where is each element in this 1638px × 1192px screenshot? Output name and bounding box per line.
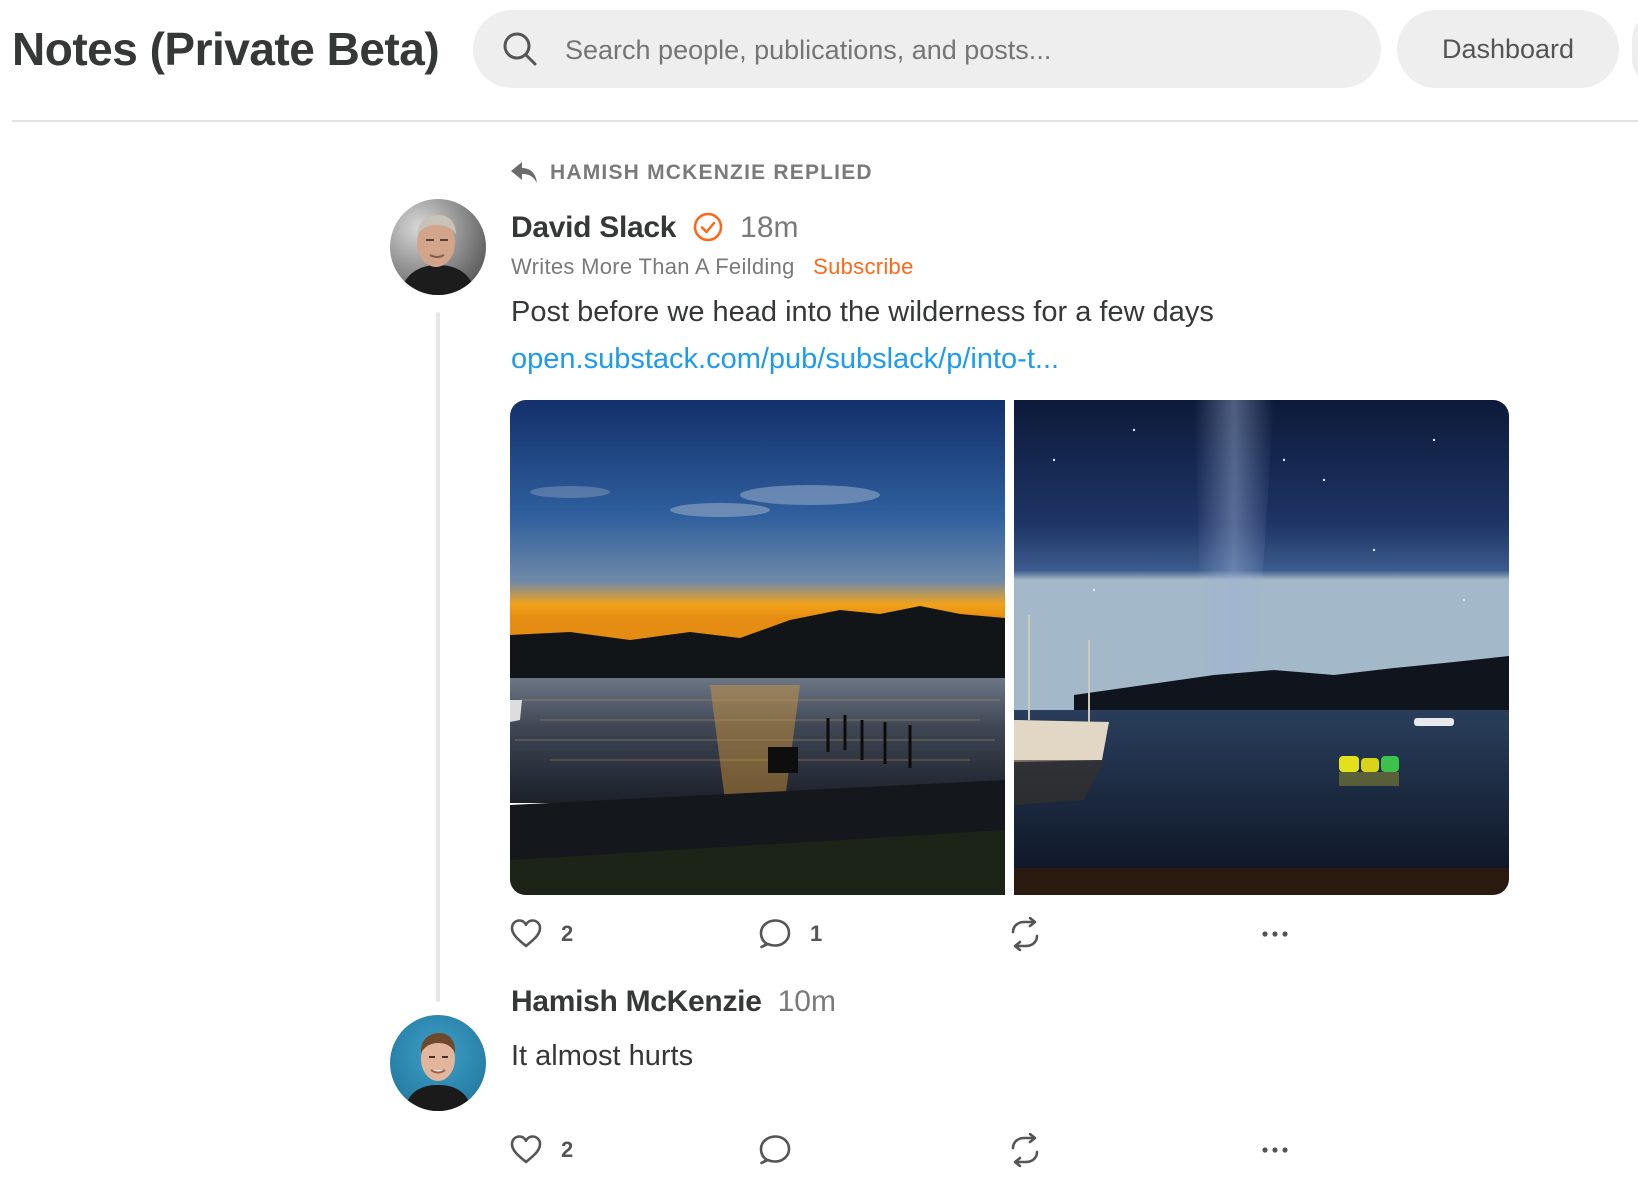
reply-author-name[interactable]: Hamish McKenzie [511, 985, 762, 1019]
publication-name[interactable]: Writes More Than A Feilding [511, 254, 795, 279]
reply-context: HAMISH MCKENZIE REPLIED [510, 158, 873, 188]
more-options-button[interactable] [1258, 917, 1292, 951]
comment-icon [759, 919, 791, 949]
comment-button[interactable]: 1 [758, 917, 822, 951]
reply-author-avatar[interactable] [390, 1015, 486, 1111]
search-bar[interactable] [473, 10, 1381, 88]
like-button[interactable]: 2 [509, 917, 573, 951]
reply-time[interactable]: 10m [778, 985, 836, 1019]
reply-context-label: HAMISH MCKENZIE REPLIED [550, 161, 873, 184]
reply-like-count: 2 [561, 1137, 574, 1162]
subscribe-link[interactable]: Subscribe [813, 254, 914, 279]
reply-text: It almost hurts [511, 1040, 694, 1072]
restack-icon [1011, 917, 1039, 951]
like-count: 2 [561, 921, 574, 946]
note-header: David Slack 18m [511, 205, 799, 245]
publication-row: Writes More Than A Feilding Subscribe [511, 254, 914, 280]
note-image-harbour[interactable] [1014, 400, 1509, 895]
reply-more-options-button[interactable] [1258, 1133, 1292, 1167]
reply-header: Hamish McKenzie 10m [511, 985, 836, 1019]
note-time[interactable]: 18m [740, 211, 798, 245]
ellipsis-icon [1262, 931, 1288, 937]
search-icon [503, 32, 537, 66]
note-text: Post before we head into the wilderness … [511, 296, 1214, 328]
author-name[interactable]: David Slack [511, 211, 676, 245]
dashboard-button[interactable]: Dashboard [1397, 10, 1619, 88]
verified-badge-icon [693, 212, 723, 242]
heart-icon [510, 919, 542, 948]
header-overflow-button[interactable] [1632, 10, 1638, 88]
author-avatar[interactable] [390, 199, 486, 295]
restack-button[interactable] [1008, 917, 1042, 951]
thread-line [436, 312, 440, 1002]
reply-restack-button[interactable] [1008, 1133, 1042, 1167]
comment-icon [759, 1135, 791, 1165]
header-divider [12, 120, 1638, 122]
note-image-sunset[interactable] [510, 400, 1005, 895]
reply-comment-button[interactable] [758, 1133, 792, 1167]
comment-count: 1 [810, 921, 823, 946]
note-link[interactable]: open.substack.com/pub/subslack/p/into-t.… [511, 343, 1059, 376]
reply-icon [511, 162, 537, 183]
ellipsis-icon [1262, 1147, 1288, 1153]
top-bar: Notes (Private Beta) Dashboard [0, 0, 1638, 120]
search-input[interactable] [563, 24, 1357, 76]
page-title: Notes (Private Beta) [12, 23, 440, 75]
restack-icon [1011, 1133, 1039, 1167]
reply-like-button[interactable]: 2 [509, 1133, 573, 1167]
heart-icon [510, 1135, 542, 1164]
